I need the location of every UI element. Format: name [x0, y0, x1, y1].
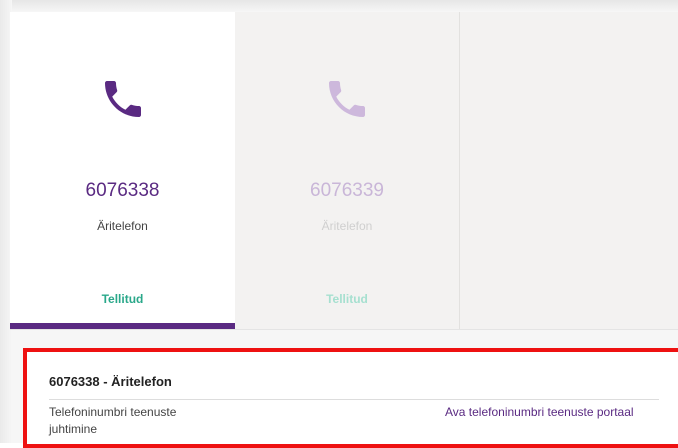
- open-portal-link[interactable]: Ava telefoninumbri teenuste portaal: [445, 404, 634, 421]
- empty-card-slot: [460, 12, 678, 329]
- phone-number-cards: 6076338 Äritelefon Tellitud 6076339 Ärit…: [10, 12, 678, 330]
- phone-type: Äritelefon: [321, 219, 373, 233]
- phone-detail-panel: 6076338 - Äritelefon Telefoninumbri teen…: [23, 348, 678, 448]
- phone-icon: [104, 81, 141, 117]
- phone-card-6076338[interactable]: 6076338 Äritelefon Tellitud: [10, 12, 235, 329]
- detail-divider: [49, 399, 659, 400]
- phone-number: 6076339: [310, 180, 384, 201]
- selected-indicator-bar: [10, 323, 235, 329]
- top-shadow: [0, 0, 678, 12]
- phone-card-6076339[interactable]: 6076339 Äritelefon Tellitud: [235, 12, 460, 329]
- phone-icon: [329, 81, 365, 117]
- status-badge: Tellitud: [101, 292, 144, 306]
- status-badge: Tellitud: [326, 292, 368, 306]
- phone-number: 6076338: [85, 180, 160, 201]
- manage-services-label: Telefoninumbri teenuste juhtimine: [49, 405, 177, 436]
- phone-type: Äritelefon: [97, 219, 148, 233]
- detail-title: 6076338 - Äritelefon: [49, 374, 172, 389]
